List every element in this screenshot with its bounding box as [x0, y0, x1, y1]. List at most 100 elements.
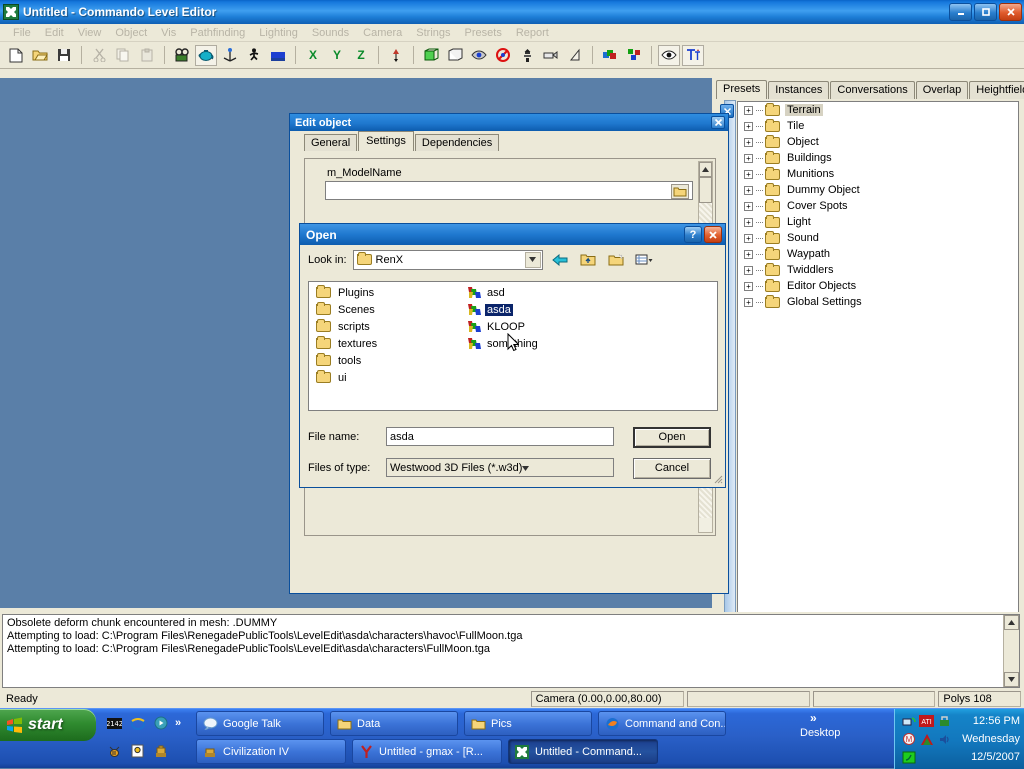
avg-antivirus-icon[interactable] [919, 732, 934, 746]
menu-item-view[interactable]: View [71, 27, 109, 39]
teapot-icon[interactable] [195, 45, 217, 66]
tree-node-buildings[interactable]: +Buildings [738, 150, 1018, 166]
walk-mode-icon[interactable] [243, 45, 265, 66]
file-list-item[interactable]: something [464, 335, 540, 352]
new-folder-icon[interactable] [605, 250, 627, 270]
task-overflow-icon[interactable]: » [810, 711, 817, 725]
open-button[interactable]: Open [633, 427, 711, 448]
x-axis-icon[interactable]: X [302, 45, 324, 66]
scroll-up-arrow-icon[interactable] [699, 162, 712, 177]
close-button[interactable] [704, 226, 722, 243]
look-in-combo[interactable]: RenX [353, 250, 543, 270]
tree-node-cover-spots[interactable]: +Cover Spots [738, 198, 1018, 214]
expand-plus-icon[interactable]: + [744, 138, 753, 147]
chevron-down-icon[interactable] [522, 462, 529, 474]
tree-node-global-settings[interactable]: +Global Settings [738, 294, 1018, 310]
gmail-notifier-icon[interactable]: M [901, 732, 916, 746]
file-list-item[interactable]: asd [464, 284, 540, 301]
vis-eye-icon[interactable] [468, 45, 490, 66]
media-player-icon[interactable] [152, 715, 169, 732]
file-list-item[interactable]: asda [464, 301, 540, 318]
folder-list-item[interactable]: textures [313, 335, 379, 352]
expand-plus-icon[interactable]: + [744, 250, 753, 259]
close-icon[interactable] [711, 116, 725, 129]
taskbar-button[interactable]: Data [330, 711, 458, 736]
taskbar-button[interactable]: Untitled - Command... [508, 739, 658, 764]
ati-catalyst-icon[interactable]: ATI [919, 714, 934, 728]
tree-node-dummy-object[interactable]: +Dummy Object [738, 182, 1018, 198]
show-hide-eye-icon[interactable] [658, 45, 680, 66]
menu-item-camera[interactable]: Camera [356, 27, 409, 39]
folder-list-item[interactable]: tools [313, 352, 379, 369]
new-file-icon[interactable] [5, 45, 27, 66]
views-menu-icon[interactable] [633, 250, 655, 270]
tab-heightfield[interactable]: Heightfield [969, 81, 1024, 99]
folder-list-item[interactable]: Scenes [313, 301, 379, 318]
folder-list-item[interactable]: scripts [313, 318, 379, 335]
tab-conversations[interactable]: Conversations [830, 81, 914, 99]
menu-item-strings[interactable]: Strings [409, 27, 457, 39]
minimize-button[interactable] [949, 3, 972, 21]
show-desktop-button[interactable]: Desktop [800, 727, 840, 739]
scrollbar-thumb[interactable] [699, 177, 712, 203]
z-axis-icon[interactable]: Z [350, 45, 372, 66]
tree-node-waypath[interactable]: +Waypath [738, 246, 1018, 262]
expand-plus-icon[interactable]: + [744, 234, 753, 243]
tree-node-light[interactable]: +Light [738, 214, 1018, 230]
expand-plus-icon[interactable]: + [744, 266, 753, 275]
tree-node-terrain[interactable]: +Terrain [738, 102, 1018, 118]
menu-item-edit[interactable]: Edit [38, 27, 71, 39]
expand-plus-icon[interactable]: + [744, 202, 753, 211]
network-activity-icon[interactable] [901, 714, 916, 728]
menu-item-file[interactable]: File [6, 27, 38, 39]
notes-icon[interactable] [129, 743, 146, 760]
angle-icon[interactable] [564, 45, 586, 66]
help-button[interactable]: ? [684, 226, 702, 243]
tree-node-tile[interactable]: +Tile [738, 118, 1018, 134]
cut-scissors-icon[interactable] [88, 45, 110, 66]
quick-launch-overflow-icon[interactable]: » [175, 717, 181, 729]
menu-item-report[interactable]: Report [509, 27, 556, 39]
menu-item-vis[interactable]: Vis [154, 27, 183, 39]
taskbar-button[interactable]: Command and Con... [598, 711, 726, 736]
open-folder-icon[interactable] [29, 45, 51, 66]
scroll-up-arrow-icon[interactable] [1004, 615, 1019, 630]
expand-plus-icon[interactable]: + [744, 218, 753, 227]
expand-plus-icon[interactable]: + [744, 282, 753, 291]
tree-node-object[interactable]: +Object [738, 134, 1018, 150]
bf2142-icon[interactable]: 2142 [106, 715, 123, 732]
back-arrow-icon[interactable] [549, 250, 571, 270]
copy-icon[interactable] [112, 45, 134, 66]
text-tool-icon[interactable] [682, 45, 704, 66]
tree-node-munitions[interactable]: +Munitions [738, 166, 1018, 182]
wireless-network-icon[interactable] [901, 750, 916, 764]
cancel-button[interactable]: Cancel [633, 458, 711, 479]
tray-time[interactable]: 12:56 PM [973, 715, 1020, 727]
tab-instances[interactable]: Instances [768, 81, 829, 99]
tab-settings[interactable]: Settings [358, 131, 414, 151]
tree-node-sound[interactable]: +Sound [738, 230, 1018, 246]
camera-path-icon[interactable] [540, 45, 562, 66]
taskbar-button[interactable]: Pics [464, 711, 592, 736]
lighting-icon[interactable] [516, 45, 538, 66]
expand-plus-icon[interactable]: + [744, 170, 753, 179]
safely-remove-icon[interactable] [937, 714, 952, 728]
folder-browse-icon[interactable] [671, 184, 689, 199]
axis-rotate-icon[interactable] [219, 45, 241, 66]
log-textbox[interactable]: Obsolete deform chunk encountered in mes… [2, 614, 1020, 688]
presets-tree[interactable]: +Terrain+Tile+Object+Buildings+Munitions… [737, 101, 1019, 634]
menu-item-pathfinding[interactable]: Pathfinding [183, 27, 252, 39]
drop-to-ground-icon[interactable] [385, 45, 407, 66]
camera-icon[interactable] [171, 45, 193, 66]
tab-overlap[interactable]: Overlap [916, 81, 969, 99]
file-name-input[interactable]: asda [386, 427, 614, 446]
save-disk-icon[interactable] [53, 45, 75, 66]
menu-item-object[interactable]: Object [108, 27, 154, 39]
file-list-item[interactable]: KLOOP [464, 318, 540, 335]
solid-cube-icon[interactable] [444, 45, 466, 66]
expand-plus-icon[interactable]: + [744, 122, 753, 131]
maximize-button[interactable] [974, 3, 997, 21]
folder-list-item[interactable]: ui [313, 369, 379, 386]
rgb-squares-icon[interactable] [623, 45, 645, 66]
close-button[interactable] [999, 3, 1022, 21]
